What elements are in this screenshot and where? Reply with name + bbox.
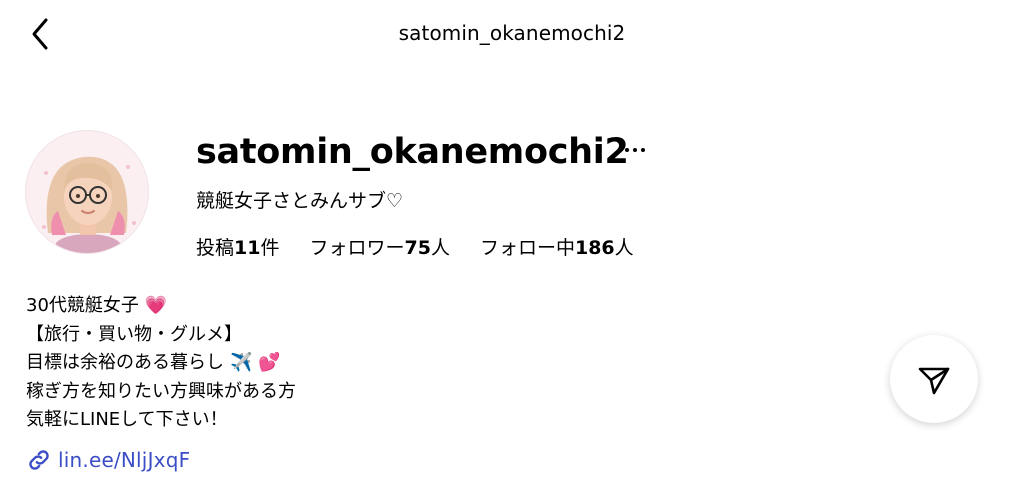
airplane-emoji-icon: ✈️ (230, 352, 253, 373)
link-icon (29, 450, 49, 470)
heart-emoji-icon: 💗 (144, 295, 168, 316)
profile-stats: 投稿11件 フォロワー75人 フォロー中186人 (196, 233, 664, 260)
paper-plane-icon (918, 367, 950, 395)
profile-username: satomin_okanemochi2 (196, 132, 629, 172)
avatar[interactable] (25, 130, 149, 254)
link-text[interactable]: lin.ee/NljJxqF (58, 448, 190, 472)
ellipsis-icon (625, 148, 629, 152)
more-options-button[interactable] (620, 135, 650, 165)
send-message-button[interactable] (890, 335, 978, 423)
bio-line: 稼ぎ方を知りたい方興味がある方 (26, 380, 296, 402)
bio-line: 【旅行・買い物・グルメ】 (26, 323, 242, 345)
following-count[interactable]: フォロー中186人 (480, 233, 634, 260)
posts-count[interactable]: 投稿11件 (196, 233, 279, 260)
bio: 30代競艇女子 💗 【旅行・買い物・グルメ】 目標は余裕のある暮らし ✈️ 💕 … (26, 292, 296, 435)
profile-link[interactable]: lin.ee/NljJxqF (26, 447, 190, 473)
display-name: 競艇女子さとみんサブ♡ (196, 190, 404, 212)
top-bar: satomin_okanemochi2 (0, 0, 1024, 72)
bio-line: 30代競艇女子 💗 (26, 292, 296, 321)
bio-line: 目標は余裕のある暮らし ✈️ 💕 (26, 349, 296, 378)
page-title: satomin_okanemochi2 (398, 21, 626, 45)
memoji-avatar (42, 156, 136, 253)
hearts-emoji-icon: 💕 (258, 352, 281, 373)
followers-count[interactable]: フォロワー75人 (309, 233, 449, 260)
bio-line: 気軽にLINEして下さい！ (26, 409, 228, 430)
